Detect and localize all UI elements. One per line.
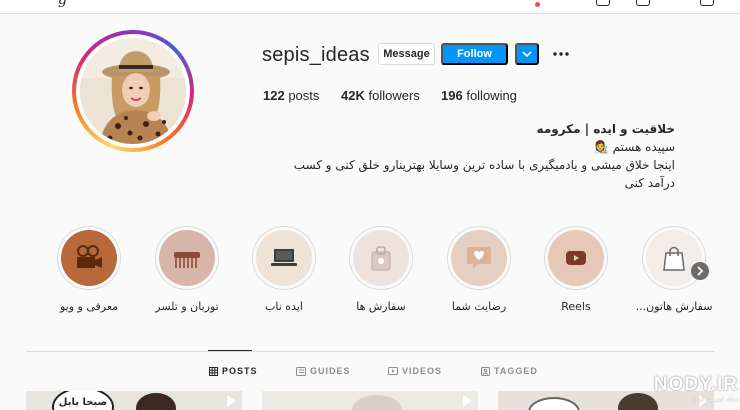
post-thumbnail[interactable]: صبحا بابل [26, 391, 242, 410]
highlight-cover [353, 230, 409, 286]
instagram-logo[interactable]: g [58, 0, 67, 8]
highlight-label: رضایت شما [451, 300, 507, 313]
highlight-label: ایده ناب [265, 300, 303, 313]
highlight-cover [159, 230, 215, 286]
following-label: following [466, 88, 517, 103]
following-count: 196 [441, 88, 463, 103]
highlight-ring [252, 226, 316, 290]
followers-label: followers [368, 88, 420, 103]
more-horizontal-icon [553, 52, 569, 56]
bio-line-description: اینجا خلاق میشی و یادمیگیری با ساده ترین… [293, 158, 675, 190]
tab-posts-label: POSTS [222, 366, 258, 376]
highlight-item[interactable]: سفارش ها [341, 226, 421, 313]
highlight-cover [61, 230, 117, 286]
suggested-accounts-button[interactable] [515, 43, 539, 65]
watermark-main: NODY.IR [653, 374, 738, 395]
highlight-label: توربان و تلسر [155, 300, 219, 313]
tab-guides-label: GUIDES [310, 366, 351, 376]
highlight-ring [155, 226, 219, 290]
tab-tagged[interactable]: TAGGED [481, 366, 538, 376]
avatar-frame [76, 34, 190, 148]
tab-posts[interactable]: POSTS [209, 366, 258, 376]
highlight-item[interactable]: Reels [536, 226, 616, 313]
tab-videos-label: VIDEOS [402, 366, 443, 376]
guides-icon [296, 366, 306, 376]
laptop-icon [271, 249, 297, 266]
message-button[interactable]: Message [378, 43, 435, 65]
highlight-cover [451, 230, 507, 286]
chevron-right-icon [697, 266, 704, 276]
highlight-item[interactable]: توربان و تلسر [147, 226, 227, 313]
followers-count: 42K [341, 88, 365, 103]
posts-stat: 122 posts [263, 88, 319, 103]
comb-icon [174, 252, 200, 268]
explore-icon[interactable] [636, 0, 650, 6]
site-watermark: NODY.IR مجله اینترنتی ایران [646, 374, 738, 403]
more-options-button[interactable] [550, 44, 572, 64]
highlight-label: سفارش ها [356, 300, 406, 313]
watermark-sub: مجله اینترنتی ایران [690, 397, 738, 403]
heart-message-icon [467, 247, 491, 269]
tabs-divider [26, 351, 715, 352]
post-thumbnail[interactable] [262, 391, 478, 410]
tab-videos[interactable]: VIDEOS [388, 366, 442, 376]
highlight-ring [544, 226, 608, 290]
camera-icon [77, 245, 102, 268]
grid-icon [209, 366, 218, 376]
highlight-label: معرفی و ویو [59, 300, 119, 313]
top-nav-bar: g [0, 0, 740, 14]
video-play-icon [227, 395, 236, 407]
posts-count: 122 [263, 88, 285, 103]
highlights-next-button[interactable] [691, 262, 709, 280]
youtube-play-icon [566, 251, 586, 265]
following-stat[interactable]: 196 following [441, 88, 517, 103]
highlight-label: سفارش هاتون... [635, 300, 713, 313]
highlight-ring [447, 226, 511, 290]
highlight-item[interactable]: ایده ناب [244, 226, 324, 313]
posts-label: posts [288, 88, 320, 103]
post-photo-figure [136, 393, 176, 410]
highlight-ring [642, 226, 706, 290]
active-tab-indicator [208, 350, 252, 351]
tab-tagged-label: TAGGED [494, 366, 538, 376]
bio-line-intro: سپیده هستم 👩‍🎨 [593, 140, 675, 154]
highlight-ring [349, 226, 413, 290]
profile-tabs: POSTS GUIDES VIDEOS TAGGED [0, 366, 740, 380]
profile-bio: خلاقیت و ایده | مکرومه سپیده هستم 👩‍🎨 ای… [263, 120, 675, 192]
post-overlay-badge [528, 397, 580, 410]
avatar-photo [80, 38, 186, 144]
chevron-down-icon [522, 51, 532, 57]
highlight-item[interactable]: رضایت شما [439, 226, 519, 313]
highlight-cover [256, 230, 312, 286]
post-overlay-text: صبحا بابل [52, 391, 114, 410]
video-play-icon [463, 395, 472, 407]
gift-icon [371, 246, 391, 271]
shopping-bag-icon [663, 246, 685, 271]
follow-button[interactable]: Follow [441, 43, 508, 65]
notification-dot [535, 2, 540, 7]
story-ring[interactable] [72, 30, 194, 152]
profile-username: sepis_ideas [262, 44, 370, 66]
video-icon [388, 367, 398, 375]
story-highlights: معرفی و ویو توربان و تلسر ایده ناب سفارش… [0, 226, 740, 326]
post-photo-figure [352, 395, 402, 410]
tab-guides[interactable]: GUIDES [296, 366, 351, 376]
direct-icon[interactable] [596, 0, 610, 6]
followers-stat[interactable]: 42K followers [341, 88, 420, 103]
highlight-label: Reels [561, 300, 591, 313]
activity-icon[interactable] [700, 0, 714, 6]
highlight-cover [548, 230, 604, 286]
tag-icon [481, 366, 490, 376]
highlight-ring [57, 226, 121, 290]
bio-name: خلاقیت و ایده | مکرومه [536, 122, 675, 136]
avatar[interactable] [80, 38, 186, 144]
highlight-item[interactable]: معرفی و ویو [49, 226, 129, 313]
